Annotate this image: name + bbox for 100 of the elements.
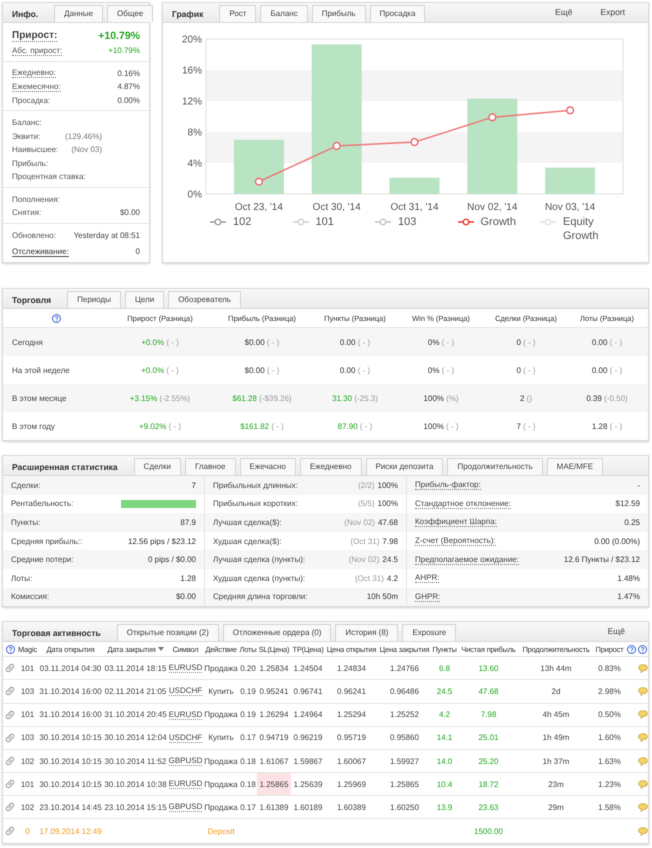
label: Худшая сделка (пункты): (213, 574, 306, 583)
legend-item[interactable]: 101 (292, 215, 334, 243)
label: Баланс: (12, 118, 42, 128)
paperclip-icon[interactable] (5, 663, 15, 674)
tab[interactable]: Общее (107, 5, 154, 22)
label: Ежедневно: (12, 68, 56, 78)
tab[interactable]: Цели (124, 291, 164, 308)
link[interactable]: Отслеживание: (12, 246, 69, 256)
table-cell-text: 13h 44m (539, 662, 573, 675)
paperclip-icon[interactable] (5, 732, 15, 743)
symbol-link[interactable]: GBPUSD (168, 802, 202, 812)
note: (Nov 02) (344, 518, 375, 527)
table-cell-text: 1.60389 (336, 802, 367, 814)
caret-icon (158, 647, 164, 652)
help-icon[interactable] (6, 644, 14, 654)
symbol-link[interactable]: USDCHF (168, 732, 202, 743)
table-cell-text: Продажа (203, 802, 239, 814)
symbol-link[interactable]: GBPUSD (168, 756, 202, 766)
header-link[interactable]: Ещё (608, 626, 625, 636)
tab[interactable]: Обозреватель (168, 291, 241, 308)
legend-item[interactable]: 103 (375, 215, 416, 243)
tab[interactable]: Периоды (67, 291, 121, 308)
table-cell-text: 1.60189 (292, 802, 324, 814)
data-point (254, 177, 264, 186)
data-point (332, 142, 341, 150)
symbol-link[interactable]: EURUSD (168, 779, 202, 790)
table-cell-text: 13.9 (436, 802, 454, 814)
legend-item[interactable]: Equity Growth (540, 215, 608, 243)
tab[interactable]: Ежечасно (240, 458, 296, 475)
paperclip-icon[interactable] (5, 802, 15, 812)
header-link[interactable]: Export (600, 7, 625, 17)
label: Стандартное отклонение: (415, 498, 511, 509)
value: 1.47% (617, 592, 640, 602)
speech-bubble-icon[interactable] (638, 664, 648, 673)
help-icon[interactable] (638, 644, 647, 654)
label: Эквити: (12, 132, 40, 141)
paperclip-icon[interactable] (5, 686, 15, 696)
table-cell-text: 30.10.2014 10:15 (38, 778, 103, 791)
paperclip-icon[interactable] (5, 826, 15, 836)
tab[interactable]: Открытые позиции (2) (116, 624, 219, 642)
label: Лоты: (11, 574, 32, 583)
symbol-link[interactable]: USDCHF (168, 686, 202, 696)
symbol-link[interactable]: EURUSD (168, 710, 202, 720)
tab[interactable]: Инфо. (3, 5, 50, 22)
table-cell-text: 14.0 (436, 756, 454, 768)
help-icon[interactable] (627, 644, 636, 654)
tab[interactable]: Ежедневно (300, 458, 362, 475)
speech-bubble-icon[interactable] (638, 733, 648, 742)
tab[interactable]: Exposure (402, 624, 456, 642)
paperclip-icon[interactable] (5, 779, 15, 790)
header-link[interactable]: Ещё (555, 7, 572, 17)
legend-item[interactable]: 102 (210, 215, 252, 243)
tab[interactable]: Главное (184, 458, 236, 475)
speech-bubble-icon[interactable] (638, 710, 648, 720)
row-label: В этом месяце (12, 394, 66, 402)
tab[interactable]: График (163, 5, 216, 22)
value: 7 (192, 480, 196, 490)
tab[interactable]: Сделки (134, 458, 181, 475)
tab[interactable]: Просадка (370, 5, 426, 22)
tab[interactable]: Прибыль (312, 5, 366, 22)
table-cell: 7 ( - ) (516, 422, 536, 430)
help-icon[interactable] (52, 314, 61, 322)
table-cell-text: 1.24504 (292, 662, 324, 675)
speech-bubble-icon[interactable] (638, 756, 648, 766)
legend-item[interactable]: Growth (458, 215, 516, 243)
speech-bubble-icon[interactable] (638, 686, 648, 696)
table-cell-text: 29m (547, 802, 565, 814)
table-cell-text: 1.60067 (336, 756, 367, 768)
table-cell: 100% (%) (423, 394, 459, 402)
table-cell: 100% ( - ) (423, 422, 459, 430)
label: Просадка: (12, 96, 50, 105)
table-cell-text: 4h 45m (542, 709, 570, 722)
tab[interactable]: История (8) (335, 624, 398, 642)
axis-label: Oct 30, '14 (312, 202, 361, 213)
table-cell-text: 102 (20, 756, 36, 768)
tab[interactable]: Баланс (260, 5, 308, 22)
tab[interactable]: Отложенные ордера (0) (222, 624, 332, 642)
value: - (637, 480, 640, 490)
table-cell-text: 23.10.2014 15:15 (103, 802, 168, 814)
speech-bubble-icon[interactable] (638, 802, 648, 812)
tab[interactable]: Рост (219, 5, 256, 22)
tab[interactable]: Данные (54, 5, 104, 22)
tab[interactable]: Риски депозита (366, 458, 444, 475)
value: 1.48% (617, 574, 640, 583)
symbol-link[interactable]: EURUSD (168, 663, 202, 674)
speech-bubble-icon[interactable] (638, 780, 648, 789)
tab[interactable]: MAE/MFE (546, 458, 604, 475)
axis-label: 16% (182, 66, 202, 76)
tab[interactable]: Продолжительность (447, 458, 543, 475)
table-cell: +0.0% ( - ) (141, 338, 179, 346)
data-point (566, 106, 574, 114)
table-cell-text: 0.95860 (389, 732, 420, 744)
paperclip-icon[interactable] (5, 710, 15, 720)
paperclip-icon[interactable] (5, 756, 15, 766)
speech-bubble-icon[interactable] (638, 826, 648, 836)
value: 12.56 pips / $23.12 (128, 536, 196, 546)
tab[interactable]: Торговая активность (3, 624, 113, 642)
tab[interactable]: Торговля (3, 291, 64, 308)
tab[interactable]: Расширенная статистика (3, 458, 130, 475)
table-cell-text: 23.63 (477, 802, 500, 814)
